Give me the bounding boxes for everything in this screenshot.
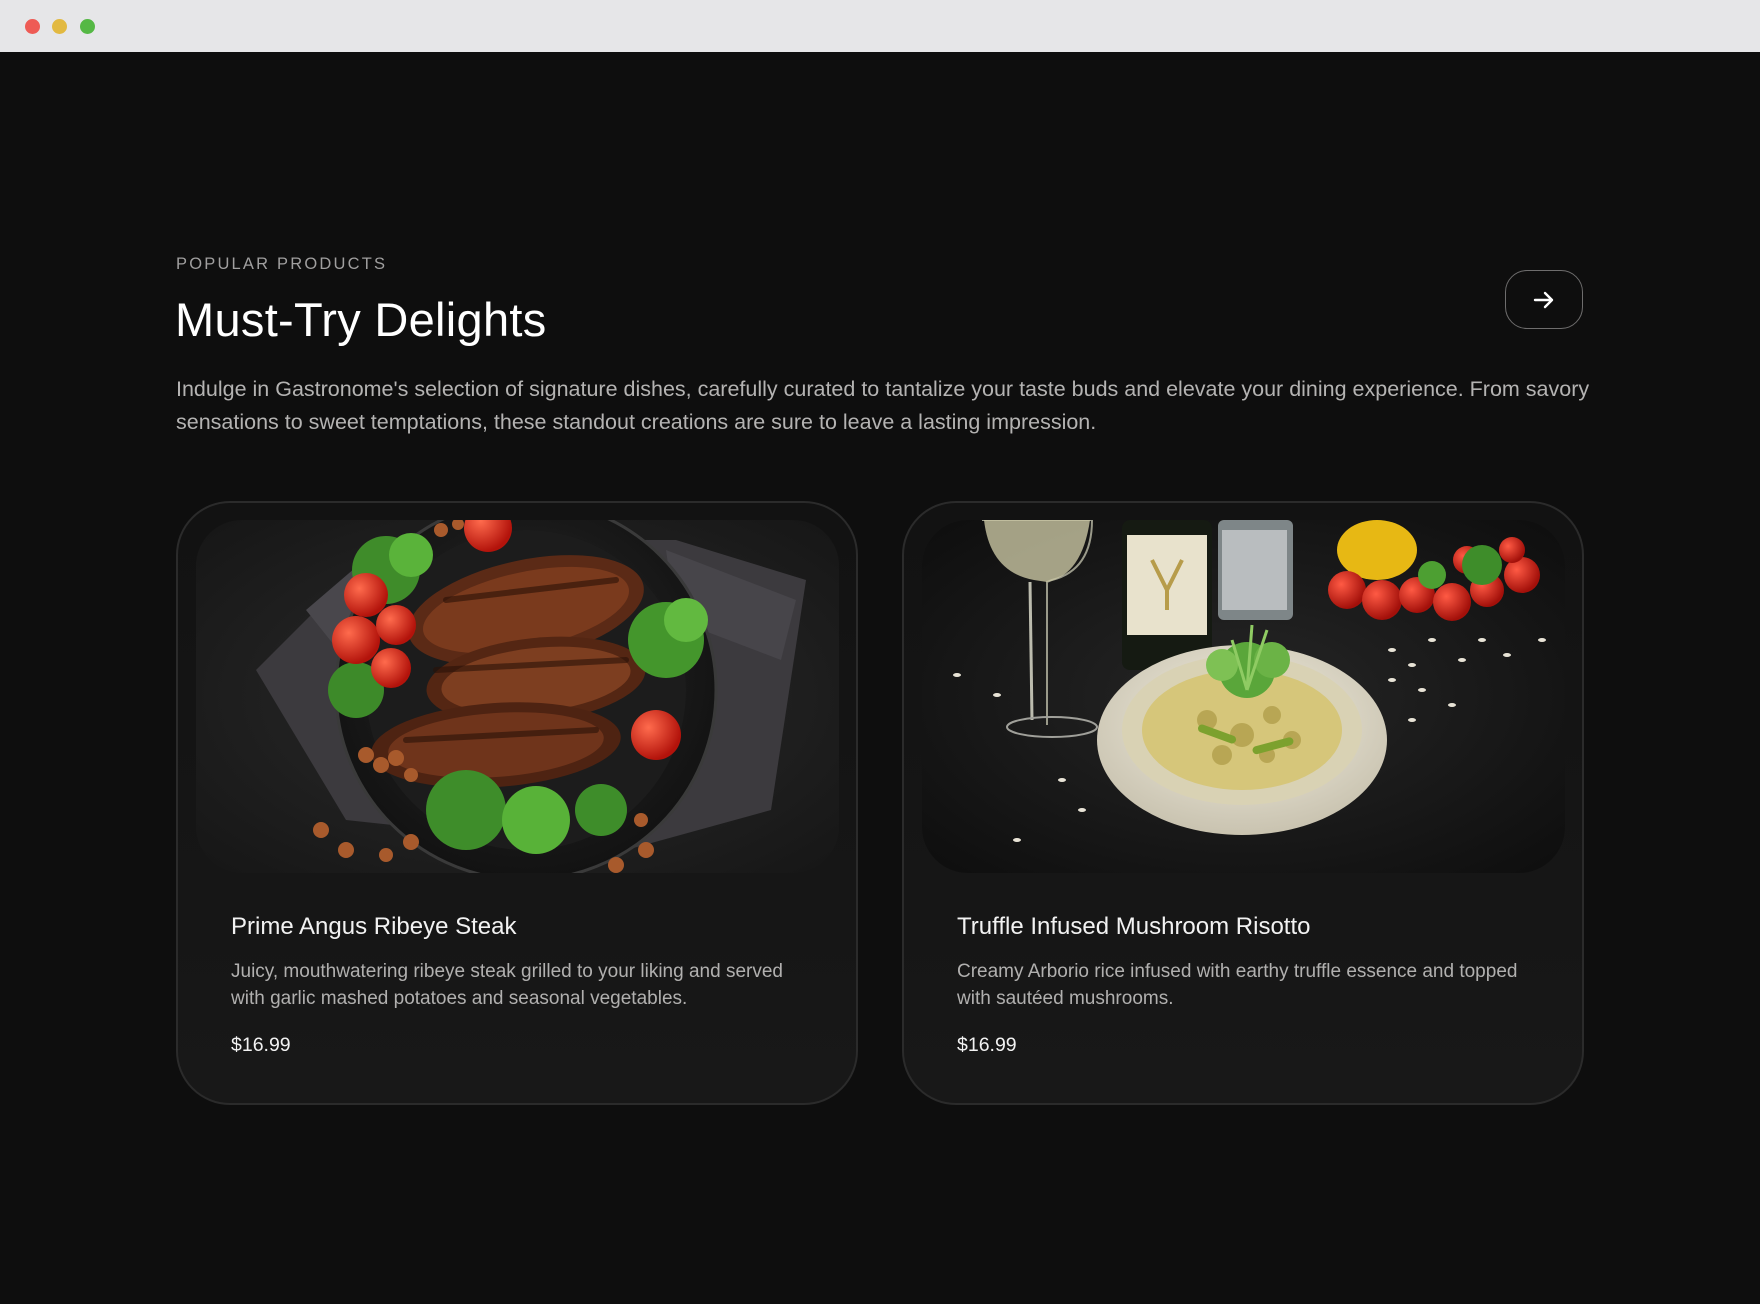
next-products-button[interactable] (1505, 270, 1583, 329)
product-description: Creamy Arborio rice infused with earthy … (957, 961, 1518, 1009)
section-title: Must-Try Delights (175, 293, 547, 346)
product-price: $16.99 (231, 1034, 291, 1056)
minimize-window-button[interactable] (52, 19, 67, 34)
product-description: Juicy, mouthwatering ribeye steak grille… (231, 961, 783, 1009)
popular-products-section: POPULAR PRODUCTS Must-Try Delights Indul… (0, 52, 1760, 1304)
product-card-steak[interactable]: Prime Angus Ribeye Steak Juicy, mouthwat… (176, 501, 858, 1105)
browser-titlebar (0, 0, 1760, 52)
arrow-right-icon (1533, 291, 1554, 308)
risotto-image (922, 520, 1565, 873)
steak-image (196, 520, 839, 873)
product-name[interactable]: Truffle Infused Mushroom Risotto (957, 913, 1310, 941)
section-eyebrow: POPULAR PRODUCTS (176, 255, 388, 273)
close-window-button[interactable] (25, 19, 40, 34)
maximize-window-button[interactable] (80, 19, 95, 34)
product-name[interactable]: Prime Angus Ribeye Steak (231, 913, 516, 941)
product-card-risotto[interactable]: Truffle Infused Mushroom Risotto Creamy … (902, 501, 1584, 1105)
product-price: $16.99 (957, 1034, 1017, 1056)
section-intro: Indulge in Gastronome's selection of sig… (176, 377, 1590, 434)
